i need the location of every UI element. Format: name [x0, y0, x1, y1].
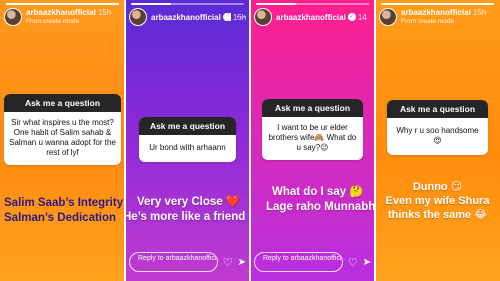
story-progress-bar: [131, 3, 244, 5]
question-card-header: Ask me a question: [262, 99, 363, 117]
question-card-header: Ask me a question: [139, 117, 236, 135]
story-header: arbaazkhanofficial✓15h ⋯: [129, 6, 246, 28]
answer-line: Salim Saab’s Integrity: [4, 197, 124, 209]
story-progress-bar: [6, 3, 119, 5]
question-card: Ask me a question Sir what inspires u th…: [4, 94, 121, 165]
question-text: Why r u soo handsome 😍: [396, 126, 479, 145]
story-panel-4[interactable]: arbaazkhanofficial 15h From create mode A…: [375, 0, 500, 281]
answer-line: He’s more like a friend 🤗: [125, 211, 250, 223]
panel-divider: [124, 0, 126, 281]
avatar[interactable]: [4, 8, 22, 26]
heart-icon[interactable]: ♡: [348, 256, 358, 269]
answer-line: Very very Close ❤️: [137, 196, 241, 208]
send-icon[interactable]: ➤: [363, 257, 371, 268]
story-progress-bar: [256, 3, 369, 5]
avatar[interactable]: [254, 8, 272, 26]
reply-input[interactable]: Reply to arbaazkhanofficial...: [129, 252, 218, 272]
story-panel-3[interactable]: arbaazkhanofficial ✓ 14 Ask me a question …: [250, 0, 375, 281]
reply-bar: Reply to arbaazkhanofficial... ♡ ➤: [129, 251, 246, 273]
story-header: arbaazkhanofficial ✓ 14: [254, 6, 371, 28]
panel-divider: [249, 0, 251, 281]
answer-line: What do I say 🤔: [272, 186, 364, 198]
story-time: 15h: [97, 8, 112, 17]
question-card: Ask me a question I want to be ur elder …: [262, 99, 363, 160]
story-progress-fill: [131, 3, 171, 5]
pause-icon[interactable]: [225, 13, 231, 21]
heart-icon[interactable]: ♡: [223, 256, 233, 269]
question-card: Ask me a question Ur bond with arhaann: [139, 117, 236, 162]
answer-text: Dunno 😏 Even my wife Shura thinks the sa…: [375, 180, 500, 222]
username[interactable]: arbaazkhanofficial: [401, 8, 471, 17]
story-subtitle: From create mode: [401, 18, 455, 25]
answer-line: Dunno 😏: [412, 181, 463, 193]
story-panel-2[interactable]: arbaazkhanofficial✓15h ⋯ Ask me a questi…: [125, 0, 250, 281]
answer-text: Salim Saab’s Integrity Salman’s Dedicati…: [4, 196, 125, 226]
answer-line: Even my wife Shura: [385, 195, 490, 207]
story-header: arbaazkhanofficial 15h From create mode: [379, 6, 496, 28]
answer-line: Salman’s Dedication: [4, 212, 117, 224]
answer-text: Very very Close ❤️ He’s more like a frie…: [125, 195, 250, 225]
username[interactable]: arbaazkhanofficial: [26, 8, 96, 17]
question-card: Ask me a question Why r u soo handsome 😍: [387, 100, 488, 155]
story-time: 15h: [472, 8, 487, 17]
question-card-header: Ask me a question: [4, 94, 121, 112]
story-progress-fill: [381, 3, 494, 5]
avatar[interactable]: [379, 8, 397, 26]
answer-line: thinks the same 😂: [387, 209, 488, 221]
username[interactable]: arbaazkhanofficial: [151, 13, 221, 22]
story-panel-1[interactable]: arbaazkhanofficial 15h From create mode A…: [0, 0, 125, 281]
question-text: I want to be ur elder brothers wife🙈 Wha…: [268, 123, 357, 152]
answer-line: Lage raho Munnabhai 😂: [266, 201, 375, 213]
reply-input[interactable]: Reply to arbaazkhanofficial...: [254, 252, 343, 272]
panel-divider: [374, 0, 376, 281]
story-progress-fill: [256, 3, 296, 5]
story-subtitle: From create mode: [26, 18, 80, 25]
story-progress-bar: [381, 3, 494, 5]
username[interactable]: arbaazkhanofficial: [276, 13, 346, 22]
send-icon[interactable]: ➤: [238, 257, 246, 268]
verified-badge-icon: ✓: [347, 13, 356, 22]
answer-text: What do I say 🤔 Lage raho Munnabhai 😂: [266, 185, 375, 215]
question-text: Sir what inspires u the most? One habit …: [9, 118, 116, 157]
question-text: Ur bond with arhaann: [149, 143, 226, 152]
story-time: 15h: [232, 12, 247, 22]
reply-bar: Reply to arbaazkhanofficial... ♡ ➤: [254, 251, 371, 273]
story-time: 14: [357, 12, 367, 22]
avatar[interactable]: [129, 8, 147, 26]
story-progress-fill: [6, 3, 119, 5]
story-header: arbaazkhanofficial 15h From create mode: [4, 6, 121, 28]
question-card-header: Ask me a question: [387, 100, 488, 118]
